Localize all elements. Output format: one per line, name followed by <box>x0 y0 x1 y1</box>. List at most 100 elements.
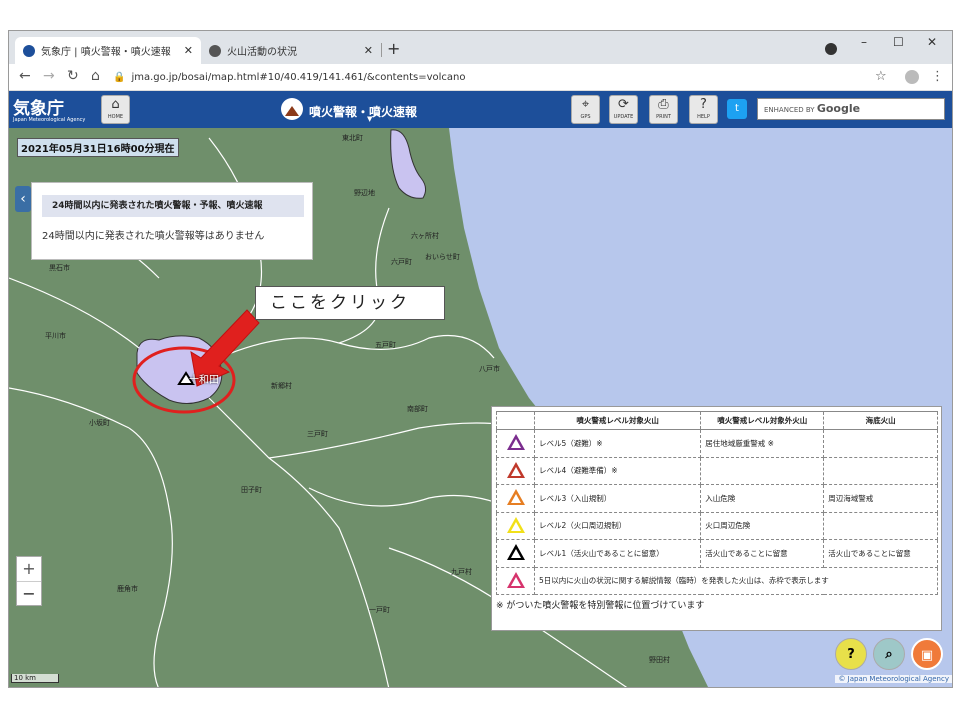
place-label: 黒石市 <box>49 264 70 272</box>
tab-title: 火山活動の状況 <box>227 47 297 58</box>
page-title: 噴火警報・噴火速報 <box>309 104 418 119</box>
zoom-in-button[interactable]: + <box>17 557 41 581</box>
jma-favicon-icon <box>23 44 35 57</box>
menu-kebab-icon[interactable]: ⋮ <box>931 69 944 84</box>
place-label: 野田村 <box>649 656 670 664</box>
page-title-menu[interactable]: 噴火警報・噴火速報 ▼ <box>281 98 418 123</box>
triangle-red-frame-icon <box>506 571 525 588</box>
bookmark-star-icon[interactable]: ☆ <box>875 69 887 84</box>
legend-cell <box>823 511 938 540</box>
tab-bar: 気象庁 | 噴火警報・噴火速報 ✕ 火山活動の状況 ✕ + – ☐ ✕ <box>9 31 952 64</box>
help-button[interactable]: ? HELP <box>689 95 718 124</box>
globe-icon <box>209 44 221 57</box>
map-view[interactable]: 東北町 野辺地 六ヶ所村 黒石市 六戸町 おいらせ町 平川市 五戸町 八戸市 新… <box>9 128 952 687</box>
profile-avatar[interactable] <box>905 70 919 84</box>
volcano-marker-towada[interactable]: 十和田 <box>189 371 219 386</box>
jma-logo[interactable]: 気象庁 Japan Meteorological Agency <box>13 94 85 123</box>
legend-cell: 居住地域厳重警戒 ※ <box>700 429 825 458</box>
legend-note: ※ がついた噴火警報を特別警報に位置づけています <box>496 601 705 611</box>
legend-header: 噴火警戒レベル対象火山 <box>533 411 702 430</box>
place-label: 新郷村 <box>271 382 292 390</box>
triangle-level4-icon <box>506 461 525 478</box>
gps-button[interactable]: ⌖ GPS <box>571 95 600 124</box>
reload-icon[interactable]: ↻ <box>67 68 79 84</box>
legend-cell <box>700 456 825 485</box>
legend-cell <box>823 429 938 458</box>
url-field[interactable]: 🔒 jma.go.jp/bosai/map.html#10/40.419/141.… <box>113 68 933 88</box>
legend-cell <box>823 456 938 485</box>
forward-arrow-icon[interactable]: → <box>43 68 55 84</box>
place-label: 鹿角市 <box>117 585 138 593</box>
tab-volcano-activity[interactable]: 火山活動の状況 ✕ <box>201 37 381 64</box>
new-tab-button[interactable]: + <box>387 39 400 58</box>
timestamp-label: 2021年05月31日16時00分現在 <box>17 138 179 157</box>
legend-header <box>496 411 535 430</box>
triangle-level2-icon <box>506 516 525 533</box>
click-here-callout: ここをクリック <box>255 286 445 320</box>
refresh-icon: ⟳ <box>618 97 629 112</box>
place-label: 平川市 <box>45 332 66 340</box>
legend-row: レベル5（避難）※ 居住地域厳重警戒 ※ <box>496 429 938 458</box>
recent-warnings-panel: 24時間以内に発表された噴火警報・予報、噴火速報 24時間以内に発表された噴火警… <box>31 182 313 260</box>
tab-close-icon[interactable]: ✕ <box>184 44 193 57</box>
logo-english: Japan Meteorological Agency <box>13 117 86 123</box>
maximize-button[interactable]: ☐ <box>893 35 904 49</box>
copyright-text[interactable]: © Japan Meteorological Agency <box>835 675 952 683</box>
place-label: 九戸村 <box>451 568 472 576</box>
legend-row: レベル1（活火山であることに留意） 活火山であることに留意 活火山であることに留… <box>496 539 938 568</box>
legend-cell: レベル1（活火山であることに留意） <box>533 539 702 568</box>
legend-header-row: 噴火警戒レベル対象火山 噴火警戒レベル対象外火山 海底火山 <box>496 411 938 430</box>
address-bar: ← → ↻ ⌂ 🔒 jma.go.jp/bosai/map.html#10/40.… <box>9 64 952 91</box>
legend-header: 海底火山 <box>823 411 938 430</box>
legend-cell: 5日以内に火山の状況に関する解説情報（臨時）を発表した火山は、赤枠で表示します <box>534 566 938 595</box>
legend-cell: 火口周辺危険 <box>700 511 825 540</box>
print-button[interactable]: ⎙ PRINT <box>649 95 678 124</box>
chevron-left-icon[interactable]: ‹ <box>15 186 31 212</box>
place-label: 南部町 <box>407 405 428 413</box>
legend-row: レベル2（火口周辺規制） 火口周辺危険 <box>496 511 938 540</box>
crosshair-icon: ⌖ <box>581 97 590 112</box>
triangle-level1-icon <box>506 544 525 561</box>
place-label: おいらせ町 <box>425 253 460 261</box>
panel-heading: 24時間以内に発表された噴火警報・予報、噴火速報 <box>42 195 304 217</box>
printer-icon: ⎙ <box>658 97 669 112</box>
legend-cell: 入山危険 <box>700 484 825 513</box>
place-label: 東北町 <box>342 134 363 142</box>
legend-cell: レベル5（避難）※ <box>533 429 702 458</box>
legend-cell: レベル3（入山規制） <box>533 484 702 513</box>
place-label: 田子町 <box>241 486 262 494</box>
question-icon: ? <box>700 97 707 112</box>
update-button[interactable]: ⟳ UPDATE <box>609 95 638 124</box>
url-text: jma.go.jp/bosai/map.html#10/40.419/141.4… <box>131 72 466 83</box>
jma-header: 気象庁 Japan Meteorological Agency ⌂ HOME 噴火… <box>9 91 952 128</box>
place-label: 六戸町 <box>391 258 412 266</box>
place-label: 小坂町 <box>89 419 110 427</box>
minimize-button[interactable]: – <box>861 35 867 49</box>
tab-volcano-warnings[interactable]: 気象庁 | 噴火警報・噴火速報 ✕ <box>15 37 201 64</box>
logo-japanese: 気象庁 <box>13 99 64 119</box>
tab-title: 気象庁 | 噴火警報・噴火速報 <box>41 47 171 58</box>
legend-row: 5日以内に火山の状況に関する解説情報（臨時）を発表した火山は、赤枠で表示します <box>496 566 938 595</box>
info-person-icon[interactable]: ? <box>835 638 867 670</box>
legend-row: レベル4（避難準備）※ <box>496 456 938 485</box>
triangle-level3-icon <box>506 489 525 506</box>
media-indicator-icon[interactable] <box>825 43 837 55</box>
browser-window: 気象庁 | 噴火警報・噴火速報 ✕ 火山活動の状況 ✕ + – ☐ ✕ ← → … <box>8 30 953 688</box>
zoom-out-button[interactable]: − <box>17 581 41 605</box>
legend-book-icon[interactable]: ▣ <box>911 638 943 670</box>
search-input[interactable]: ENHANCED BY Google <box>757 98 945 120</box>
legend-cell: 活火山であることに留意 <box>700 539 825 568</box>
home-icon[interactable]: ⌂ <box>91 68 100 84</box>
tab-close-icon[interactable]: ✕ <box>364 44 373 57</box>
tab-separator <box>381 43 382 57</box>
panel-message: 24時間以内に発表された噴火警報等はありません <box>42 231 265 242</box>
legend-cell: レベル2（火口周辺規制） <box>533 511 702 540</box>
home-button[interactable]: ⌂ HOME <box>101 95 130 124</box>
back-arrow-icon[interactable]: ← <box>19 68 31 84</box>
more-search-icon[interactable]: ⌕ <box>873 638 905 670</box>
legend-table: 噴火警戒レベル対象火山 噴火警戒レベル対象外火山 海底火山 レベル5（避難）※ … <box>496 411 938 595</box>
twitter-icon[interactable]: t <box>727 99 747 119</box>
house-icon: ⌂ <box>111 97 120 112</box>
close-window-button[interactable]: ✕ <box>927 35 937 49</box>
zoom-control: + − <box>16 556 42 606</box>
